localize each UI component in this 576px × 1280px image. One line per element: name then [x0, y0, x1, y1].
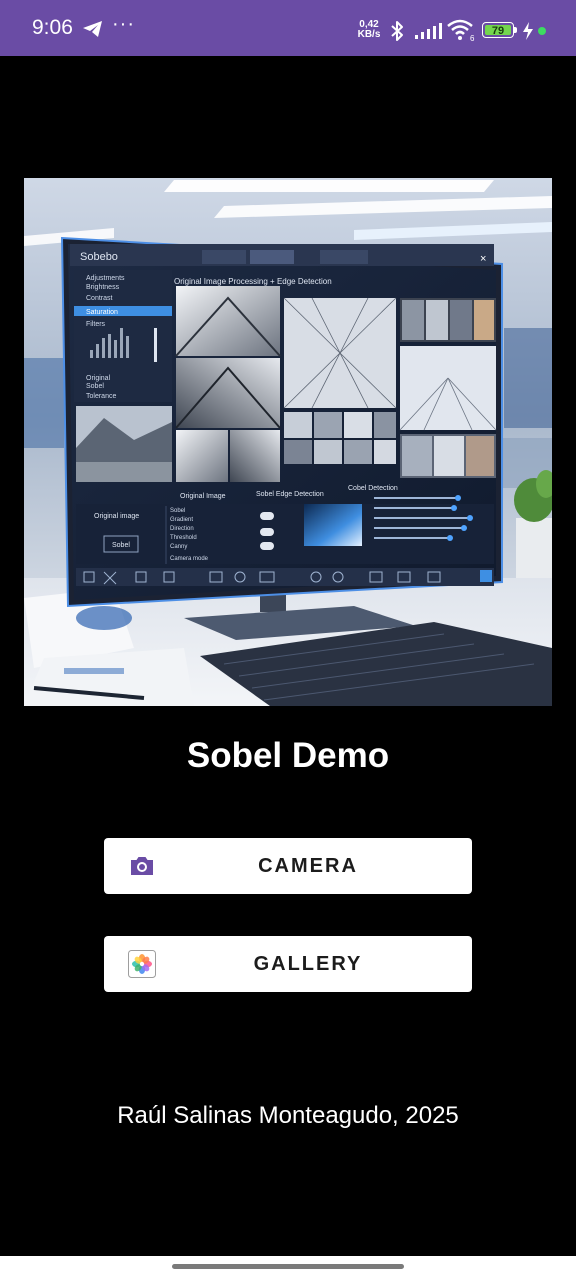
camera-button[interactable]: CAMERA — [104, 838, 472, 894]
hero-caption-original: Original Image — [180, 493, 226, 500]
network-speed: 0,42 KB/s — [356, 20, 382, 40]
svg-text:6: 6 — [470, 34, 475, 42]
hero-viewer-title: Original Image Processing + Edge Detecti… — [174, 277, 332, 286]
hero-window-title: Sobebo — [80, 251, 118, 263]
navigation-bar — [0, 1256, 576, 1280]
bluetooth-icon — [391, 21, 403, 41]
gallery-button[interactable]: GALLERY — [104, 936, 472, 992]
wifi-icon: 6 — [447, 19, 475, 42]
home-indicator[interactable] — [172, 1264, 404, 1269]
hero-image: Sobebo × Adjustments Brightness Contrast… — [24, 178, 552, 706]
hero-panel-item: Threshold — [170, 535, 197, 541]
app-screen: 9:06 ··· 0,42 KB/s 6 79 Sobebo × Adjustm… — [0, 0, 576, 1280]
telegram-icon — [83, 21, 102, 37]
hero-sidebar-item: Adjustments — [86, 275, 125, 282]
hero-caption-sobel: Sobel Edge Detection — [256, 491, 324, 498]
status-time: 9:06 — [32, 16, 73, 39]
hero-sidebar-item: Sobel — [86, 383, 104, 390]
hero-panel-item: Gradient — [170, 517, 193, 523]
hero-panel-item: Camera mode — [170, 556, 209, 562]
hero-sidebar-item: Tolerance — [86, 393, 116, 400]
svg-text:×: × — [480, 253, 486, 265]
hero-sidebar-item: Brightness — [86, 284, 120, 291]
charging-icon — [523, 22, 533, 40]
hero-sidebar-item: Saturation — [86, 309, 118, 316]
hero-sidebar-item: Filters — [86, 321, 106, 328]
network-speed-unit: KB/s — [357, 29, 381, 40]
hero-panel-button: Sobel — [112, 542, 130, 549]
gallery-button-label: GALLERY — [253, 953, 363, 975]
hero-sidebar-item: Original — [86, 375, 111, 382]
hero-sidebar-item: Contrast — [86, 295, 113, 302]
hero-panel-item: Sobel — [170, 508, 185, 514]
hero-panel-item: Canny — [170, 544, 187, 550]
more-notifications-icon: ··· — [112, 13, 135, 35]
hero-caption-other: Cobel Detection — [348, 485, 398, 492]
hero-illustration: Sobebo × Adjustments Brightness Contrast… — [24, 178, 552, 706]
status-bar: 9:06 ··· 0,42 KB/s 6 79 — [0, 0, 576, 56]
cellular-signal-icon — [415, 23, 442, 39]
battery-indicator: 79 — [482, 22, 518, 40]
author-credit: Raúl Salinas Monteagudo, 2025 — [117, 1102, 459, 1129]
hero-panel-title: Original image — [94, 513, 139, 520]
camera-button-label: CAMERA — [258, 855, 358, 877]
app-title: Sobel Demo — [186, 736, 390, 775]
hero-panel-item: Direction — [170, 526, 194, 532]
privacy-indicator-dot — [538, 27, 546, 35]
battery-level: 79 — [485, 25, 511, 37]
